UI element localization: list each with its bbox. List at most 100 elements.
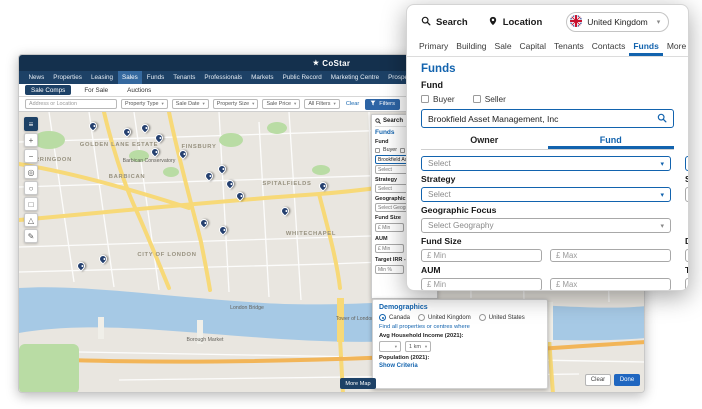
- tab-owner[interactable]: Owner: [421, 133, 548, 149]
- radius-select[interactable]: 1 km ▾: [405, 341, 431, 352]
- fund-select-primary[interactable]: Select ▾: [421, 156, 671, 171]
- mini-tab-search[interactable]: Search: [375, 118, 403, 124]
- nav-item-tenants[interactable]: Tenants: [169, 71, 200, 84]
- country-select[interactable]: United Kingdom ▾: [566, 12, 669, 32]
- nav-item-markets[interactable]: Markets: [247, 71, 278, 84]
- structure-select[interactable]: Select▾: [685, 187, 689, 202]
- nav-item-leasing[interactable]: Leasing: [86, 71, 117, 84]
- map-pin[interactable]: [75, 260, 86, 271]
- buyer-checkbox[interactable]: Buyer: [421, 94, 455, 104]
- locate-icon[interactable]: ◎: [24, 165, 38, 179]
- filter-select-sale-date[interactable]: Sale Date▾: [172, 99, 209, 109]
- map-pin[interactable]: [216, 163, 227, 174]
- map-pin[interactable]: [177, 148, 188, 159]
- buyer-label: Buyer: [433, 94, 455, 104]
- radio-icon: [418, 314, 425, 321]
- dry-powder-min-input[interactable]: [685, 249, 689, 262]
- map-pin[interactable]: [153, 132, 164, 143]
- map-pin[interactable]: [87, 120, 98, 131]
- nav-item-marketing-centre[interactable]: Marketing Centre: [326, 71, 383, 84]
- map-pin[interactable]: [97, 253, 108, 264]
- map-pin[interactable]: [203, 170, 214, 181]
- tab-location[interactable]: Location: [488, 16, 543, 29]
- select-value: Select Geography: [428, 221, 494, 230]
- filter-select-property-size[interactable]: Property Size▾: [213, 99, 259, 109]
- show-criteria-link[interactable]: Show Criteria: [379, 363, 541, 369]
- map-pin[interactable]: [149, 146, 160, 157]
- tab-sale[interactable]: Sale: [491, 37, 516, 56]
- map-pin[interactable]: [198, 217, 209, 228]
- chevron-down-icon: ▾: [161, 101, 163, 107]
- map-menu-icon[interactable]: ≡: [24, 117, 38, 131]
- mini-irr-net-min[interactable]: Min %: [375, 265, 404, 274]
- strategy-select[interactable]: Select▾: [421, 187, 671, 202]
- funnel-icon: [370, 100, 376, 108]
- polygon-tool-icon[interactable]: △: [24, 213, 38, 227]
- mini-fund-size-min[interactable]: £ Min: [375, 223, 404, 232]
- subnav-tab-sale-comps[interactable]: Sale Comps: [25, 85, 71, 95]
- map-pin[interactable]: [234, 190, 245, 201]
- address-location-input[interactable]: [25, 99, 117, 109]
- geography-select[interactable]: Select Geography ▾: [421, 218, 671, 233]
- tab-more[interactable]: More: [663, 37, 688, 56]
- rectangle-tool-icon[interactable]: □: [24, 197, 38, 211]
- subnav-tab-for-sale[interactable]: For Sale: [78, 85, 114, 95]
- radio-icon: [379, 314, 386, 321]
- chevron-down-icon: ▾: [660, 160, 664, 168]
- map-pin[interactable]: [279, 205, 290, 216]
- nav-item-properties[interactable]: Properties: [49, 71, 87, 84]
- tab-search[interactable]: Search: [421, 16, 468, 29]
- radio-canada[interactable]: Canada: [379, 314, 410, 321]
- zoom-out-icon[interactable]: −: [24, 149, 38, 163]
- select-value: Select: [428, 159, 451, 168]
- aum-min-input[interactable]: [421, 278, 542, 291]
- more-map-button[interactable]: More Map: [340, 378, 376, 389]
- fund-size-min-input[interactable]: [421, 249, 542, 262]
- tab-primary[interactable]: Primary: [415, 37, 452, 56]
- map-pin[interactable]: [121, 126, 132, 137]
- map-pin[interactable]: [217, 224, 228, 235]
- seller-checkbox[interactable]: Seller: [473, 94, 506, 104]
- radio-united-states[interactable]: United States: [479, 314, 525, 321]
- tab-contacts[interactable]: Contacts: [588, 37, 630, 56]
- mini-seller-checkbox[interactable]: [400, 148, 405, 153]
- mini-buyer-checkbox[interactable]: [375, 148, 380, 153]
- circle-tool-icon[interactable]: ○: [24, 181, 38, 195]
- map-pin[interactable]: [139, 122, 150, 133]
- subnav-tab-auctions[interactable]: Auctions: [121, 85, 157, 95]
- radio-united-kingdom[interactable]: United Kingdom: [418, 314, 471, 321]
- search-icon[interactable]: [657, 110, 667, 128]
- income-operator-select[interactable]: ▾: [379, 341, 401, 352]
- clear-button[interactable]: Clear: [585, 374, 611, 386]
- draw-tool-icon[interactable]: ✎: [24, 229, 38, 243]
- tab-tenants[interactable]: Tenants: [550, 37, 588, 56]
- nav-item-professionals[interactable]: Professionals: [200, 71, 247, 84]
- tab-fund[interactable]: Fund: [548, 133, 675, 149]
- done-button[interactable]: Done: [614, 374, 640, 386]
- map-pin[interactable]: [317, 180, 328, 191]
- screenshot-stage: ★ CoStar NewsPropertiesLeasingSalesFunds…: [0, 0, 702, 409]
- nav-item-public-record[interactable]: Public Record: [278, 71, 326, 84]
- fund-size-max-input[interactable]: [550, 249, 671, 262]
- filter-select-sale-price[interactable]: Sale Price▾: [262, 99, 300, 109]
- irr-gross-min-input[interactable]: [685, 278, 689, 291]
- aum-max-input[interactable]: [550, 278, 671, 291]
- map-pin[interactable]: [224, 178, 235, 189]
- filters-button[interactable]: Filters: [365, 99, 400, 110]
- overlay-tab-bar: PrimaryBuildingSaleCapitalTenantsContact…: [407, 37, 688, 57]
- mini-aum-min[interactable]: £ Min: [375, 244, 404, 253]
- tab-funds[interactable]: Funds: [629, 37, 663, 56]
- fund-select-secondary[interactable]: Select▾: [685, 156, 689, 171]
- nav-item-sales[interactable]: Sales: [118, 71, 143, 84]
- nav-item-funds[interactable]: Funds: [142, 71, 169, 84]
- nav-item-news[interactable]: News: [24, 71, 49, 84]
- tab-capital[interactable]: Capital: [516, 37, 550, 56]
- chevron-down-icon: ▾: [660, 222, 664, 230]
- brand-name: CoStar: [322, 59, 350, 68]
- filterbar-clear-link[interactable]: Clear: [346, 101, 359, 107]
- fund-search-input[interactable]: [428, 114, 657, 124]
- filter-select-property-type[interactable]: Property Type▾: [121, 99, 168, 109]
- tab-building[interactable]: Building: [452, 37, 490, 56]
- filter-select-all-filters[interactable]: All Filters▾: [304, 99, 339, 109]
- zoom-in-icon[interactable]: +: [24, 133, 38, 147]
